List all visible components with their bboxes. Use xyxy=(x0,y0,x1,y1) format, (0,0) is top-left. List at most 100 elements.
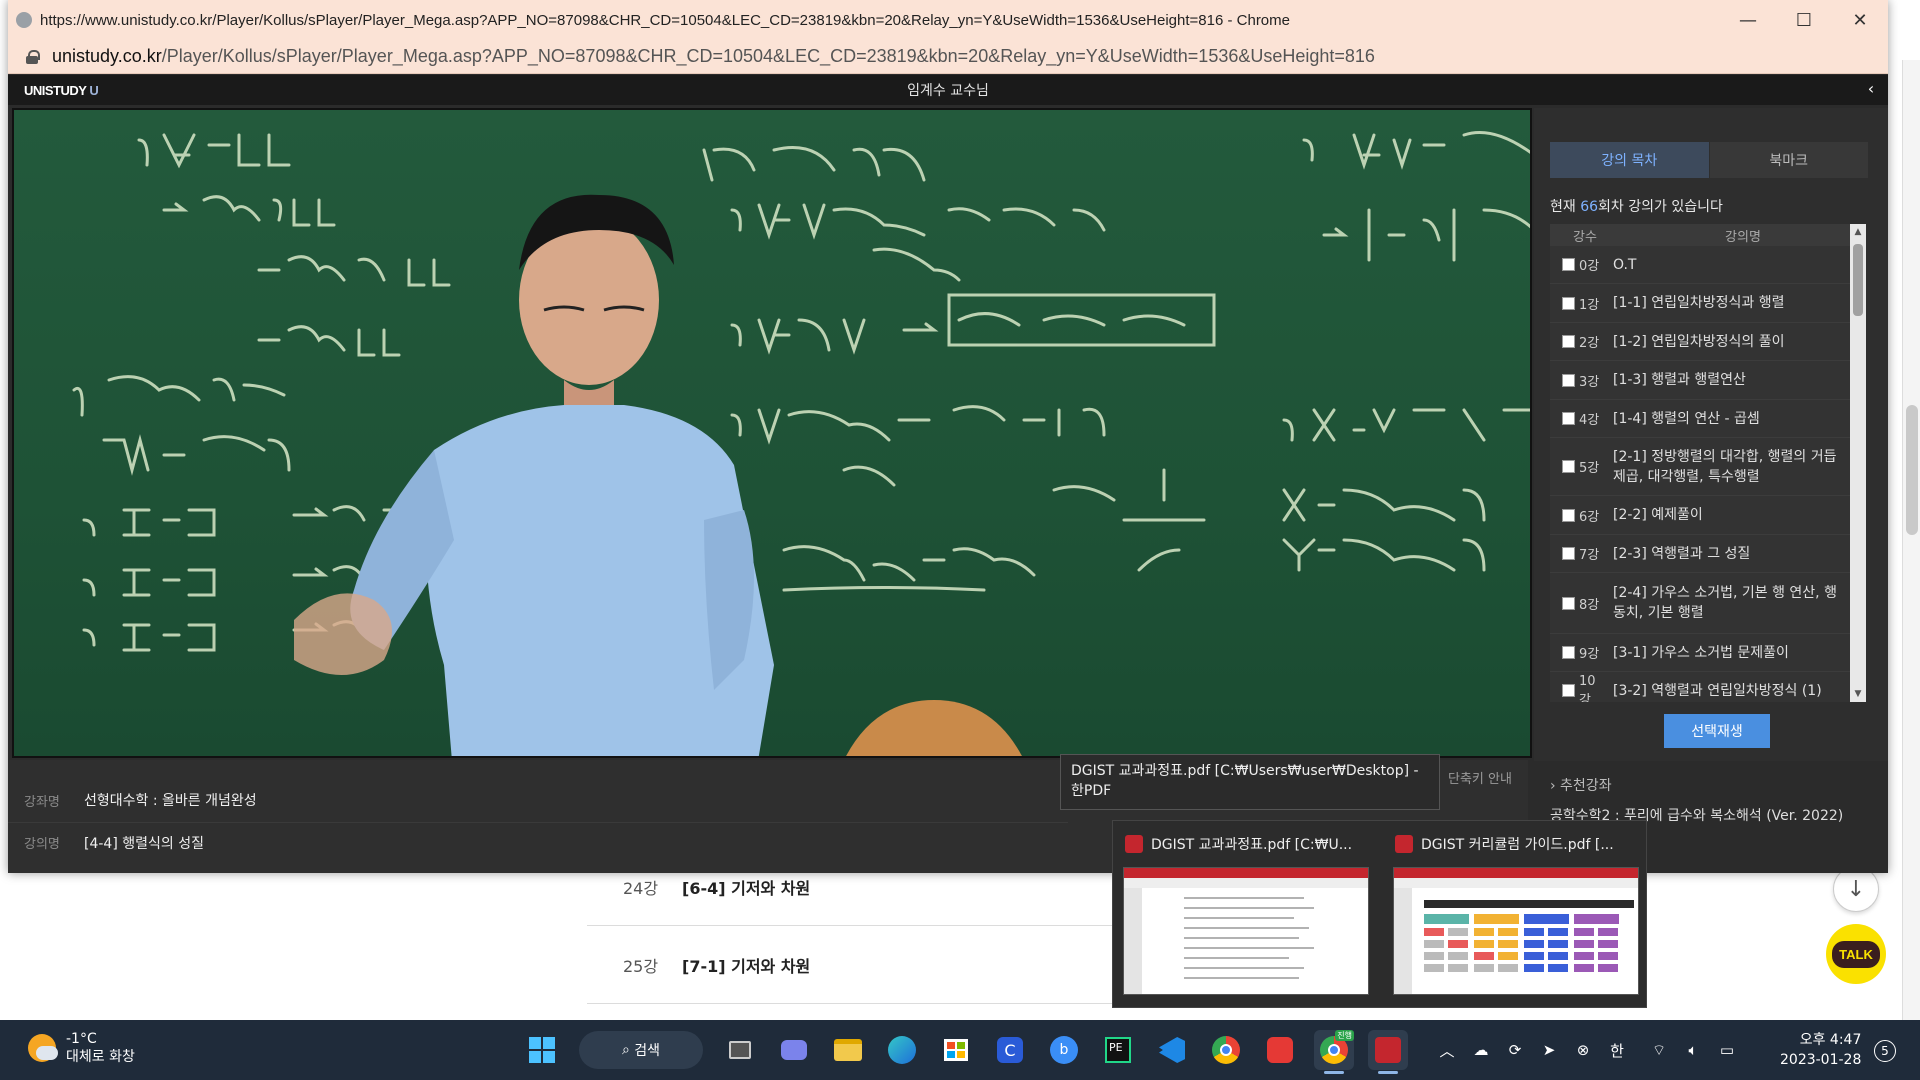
onedrive-icon[interactable]: ☁ xyxy=(1464,1030,1498,1070)
list-item[interactable]: 10강 [3-2] 역행렬과 연립일차방정식 (1) xyxy=(1550,672,1866,702)
teams-chat-icon[interactable] xyxy=(774,1030,814,1070)
list-item[interactable]: 0강 O.T xyxy=(1550,246,1866,284)
url-path: /Player/Kollus/sPlayer/Player_Mega.asp?A… xyxy=(161,46,1375,66)
list-item[interactable]: 7강 [2-3] 역행렬과 그 성질 xyxy=(1550,535,1866,573)
start-button[interactable] xyxy=(522,1030,562,1070)
microsoft-store-icon[interactable] xyxy=(936,1030,976,1070)
lecture-count: 현재 66회차 강의가 있습니다 xyxy=(1550,196,1723,216)
preview-window-1[interactable]: DGIST 교과과정표.pdf [C:₩U... xyxy=(1119,829,1369,1001)
lecture-checkbox[interactable] xyxy=(1562,508,1575,522)
send-icon[interactable]: ➤ xyxy=(1532,1030,1566,1070)
lecture-list-scrollbar-thumb[interactable] xyxy=(1853,244,1863,316)
close-button[interactable]: ✕ xyxy=(1832,0,1888,40)
ime-indicator[interactable]: 한 xyxy=(1600,1030,1634,1070)
lecture-checkbox[interactable] xyxy=(1562,373,1575,387)
lecture-checkbox[interactable] xyxy=(1562,335,1575,348)
edge-browser-icon[interactable] xyxy=(882,1030,922,1070)
taskbar-tooltip: DGIST 교과과정표.pdf [C:₩Users₩user₩Desktop] … xyxy=(1060,754,1440,810)
temperature: -1°C xyxy=(66,1031,97,1047)
close-circle-icon[interactable]: ⊗ xyxy=(1566,1030,1600,1070)
tab-lecture-toc[interactable]: 강의 목차 xyxy=(1550,142,1709,178)
kakao-talk-button[interactable]: TALK xyxy=(1826,924,1886,984)
partly-sunny-icon xyxy=(28,1034,58,1062)
search-app-icon[interactable]: C xyxy=(990,1030,1030,1070)
lecture-number: 2강 xyxy=(1579,336,1600,351)
minimize-button[interactable]: — xyxy=(1720,0,1776,40)
scroll-down-icon[interactable]: ▼ xyxy=(1850,686,1866,702)
lecture-list-scrollbar[interactable]: ▲ ▼ xyxy=(1850,224,1866,702)
list-item[interactable]: 1강 [1-1] 연립일차방정식과 행렬 xyxy=(1550,284,1866,323)
list-item[interactable]: 5강 [2-1] 정방행렬의 대각합, 행렬의 거듭제곱, 대각행렬, 특수행렬 xyxy=(1550,438,1866,496)
preview-header: DGIST 커리큘럼 가이드.pdf [... xyxy=(1389,829,1639,859)
collapse-panel-button[interactable]: ‹ xyxy=(1860,79,1882,101)
lecture-number: 24강 xyxy=(623,878,659,898)
arrow-down-icon: ↓ xyxy=(1846,876,1866,902)
curriculum-thumbnail-graphic xyxy=(1424,900,1634,972)
lock-icon[interactable] xyxy=(26,49,40,64)
taskbar-search-button[interactable]: ⌕ 검색 xyxy=(579,1031,703,1069)
url-text[interactable]: unistudy.co.kr/Player/Kollus/sPlayer/Pla… xyxy=(52,46,1375,67)
maximize-button[interactable]: ☐ xyxy=(1776,0,1832,40)
pycharm-icon[interactable]: PE xyxy=(1098,1030,1138,1070)
app-b-icon[interactable]: b xyxy=(1044,1030,1084,1070)
document-thumbnail-graphic xyxy=(1184,897,1314,979)
scroll-up-icon[interactable]: ▲ xyxy=(1850,224,1866,240)
course-row: 강좌명 선형대수학 : 올바른 개념완성 xyxy=(8,780,1068,820)
taskbar-apps: ⌕ 검색 C b PE 진행 xyxy=(515,1030,1415,1074)
sync-icon[interactable]: ⟳ xyxy=(1498,1030,1532,1070)
clock-time: 오후 4:47 xyxy=(1799,1032,1862,1048)
lecture-name: [4-4] 행렬식의 성질 xyxy=(84,835,204,852)
list-item[interactable]: 3강 [1-3] 행렬과 행렬연산 xyxy=(1550,361,1866,400)
lecture-checkbox[interactable] xyxy=(1562,684,1575,697)
battery-icon[interactable]: ▭ xyxy=(1710,1030,1744,1070)
windows-taskbar: -1°C 대체로 화창 ⌕ 검색 C b PE 진행 ︿ ☁ ⟳ ➤ ⊗ 한 ⌔… xyxy=(0,1020,1920,1080)
lecture-checkbox[interactable] xyxy=(1562,596,1575,610)
address-bar[interactable]: unistudy.co.kr/Player/Kollus/sPlayer/Pla… xyxy=(8,40,1888,74)
preview-title: DGIST 교과과정표.pdf [C:₩U... xyxy=(1151,837,1353,853)
lecture-video-frame xyxy=(14,110,1530,756)
professor-name: 임계수 교수님 xyxy=(907,83,989,99)
app-red-icon[interactable] xyxy=(1260,1030,1300,1070)
notification-badge[interactable]: 5 xyxy=(1874,1040,1896,1062)
hanpdf-taskbar-icon[interactable] xyxy=(1368,1030,1408,1074)
list-item[interactable]: 2강 [1-2] 연립일차방정식의 풀이 xyxy=(1550,323,1866,361)
list-item[interactable]: 6강 [2-2] 예제풀이 xyxy=(1550,496,1866,535)
lecturer-figure xyxy=(294,194,1022,756)
list-item[interactable]: 4강 [1-4] 행렬의 연산 - 곱셈 xyxy=(1550,400,1866,438)
shortcut-guide-link[interactable]: 단축키 안내 xyxy=(1448,768,1512,787)
tab-bookmark[interactable]: 북마크 xyxy=(1708,142,1868,178)
lecture-checkbox[interactable] xyxy=(1562,460,1575,473)
chrome-active-icon[interactable]: 진행 xyxy=(1314,1030,1354,1074)
player-window: https://www.unistudy.co.kr/Player/Kollus… xyxy=(8,0,1888,873)
chevron-up-icon[interactable]: ︿ xyxy=(1430,1030,1464,1070)
list-item[interactable]: 9강 [3-1] 가우스 소거법 문제풀이 xyxy=(1550,634,1866,672)
weather-widget[interactable]: -1°C 대체로 화창 xyxy=(28,1030,135,1066)
list-item[interactable]: 8강 [2-4] 가우스 소거법, 기본 행 연산, 행 동치, 기본 행렬 xyxy=(1550,573,1866,634)
clock-date: 2023-01-28 xyxy=(1780,1052,1862,1068)
wifi-icon[interactable]: ⌔ xyxy=(1642,1030,1676,1070)
task-view-icon[interactable] xyxy=(720,1030,760,1070)
play-selected-button[interactable]: 선택재생 xyxy=(1664,714,1770,748)
url-domain: unistudy.co.kr xyxy=(52,46,162,66)
lecture-number: 1강 xyxy=(1579,297,1600,313)
lecture-name: [1-1] 연립일차방정식과 행렬 xyxy=(1613,295,1785,311)
page-scrollbar[interactable] xyxy=(1902,60,1920,1020)
video-player[interactable] xyxy=(12,108,1532,758)
course-name: 선형대수학 : 올바른 개념완성 xyxy=(84,793,257,809)
system-clock[interactable]: 오후 4:47 2023-01-28 xyxy=(1780,1030,1861,1070)
volume-icon[interactable]: 🔈︎ xyxy=(1676,1030,1710,1070)
lecture-checkbox[interactable] xyxy=(1562,296,1575,310)
count-suffix: 회차 강의가 있습니다 xyxy=(1598,199,1723,215)
progress-badge: 진행 xyxy=(1335,1030,1354,1041)
chrome-icon[interactable] xyxy=(1206,1030,1246,1070)
page-scrollbar-thumb[interactable] xyxy=(1906,405,1918,535)
preview-window-2[interactable]: DGIST 커리큘럼 가이드.pdf [... xyxy=(1389,829,1639,1001)
lecture-title: [6-4] 기저와 차원 xyxy=(682,878,811,898)
lecture-title: [7-1] 기저와 차원 xyxy=(682,956,811,976)
lecture-checkbox[interactable] xyxy=(1562,646,1575,659)
vscode-icon[interactable] xyxy=(1152,1030,1192,1070)
lecture-checkbox[interactable] xyxy=(1562,547,1575,560)
file-explorer-icon[interactable] xyxy=(828,1030,868,1070)
lecture-checkbox[interactable] xyxy=(1562,412,1575,425)
lecture-checkbox[interactable] xyxy=(1562,258,1575,271)
